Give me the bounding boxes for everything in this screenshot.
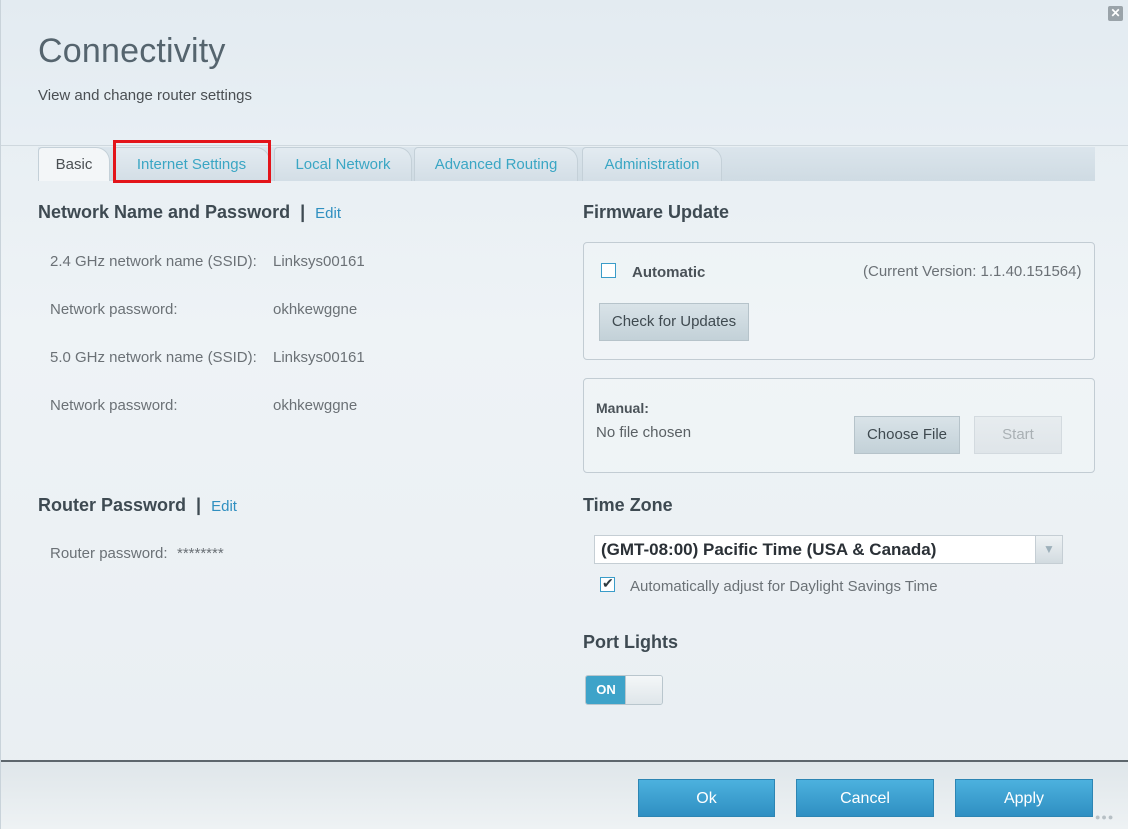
network-section-title: Network Name and Password | Edit bbox=[38, 202, 341, 223]
start-button[interactable]: Start bbox=[974, 416, 1062, 454]
router-password-label: Router password: bbox=[50, 545, 168, 562]
watermark: ●●● bbox=[1095, 812, 1115, 822]
firmware-auto-box: Automatic (Current Version: 1.1.40.15156… bbox=[583, 242, 1095, 360]
automatic-checkbox[interactable] bbox=[601, 263, 616, 278]
cancel-button[interactable]: Cancel bbox=[796, 779, 934, 817]
password-24-label: Network password: bbox=[50, 301, 178, 318]
ok-button[interactable]: Ok bbox=[638, 779, 775, 817]
tab-administration[interactable]: Administration bbox=[582, 147, 722, 181]
router-password-title-text: Router Password bbox=[38, 495, 187, 515]
automatic-label: Automatic bbox=[632, 264, 706, 281]
connectivity-window: ✕ Connectivity View and change router se… bbox=[0, 0, 1128, 829]
tab-local-network[interactable]: Local Network bbox=[274, 147, 412, 181]
firmware-section-title: Firmware Update bbox=[583, 202, 730, 222]
dst-label: Automatically adjust for Daylight Saving… bbox=[630, 578, 938, 595]
time-zone-selected: (GMT-08:00) Pacific Time (USA & Canada) bbox=[601, 540, 937, 559]
time-zone-section-title: Time Zone bbox=[583, 495, 673, 515]
firmware-manual-box: Manual: No file chosen Choose File Start bbox=[583, 378, 1095, 473]
header: ✕ Connectivity View and change router se… bbox=[1, 0, 1128, 146]
page-title: Connectivity bbox=[38, 32, 226, 70]
dst-checkbox[interactable] bbox=[600, 575, 615, 592]
manual-label: Manual: bbox=[596, 400, 649, 416]
ssid-24-value: Linksys00161 bbox=[273, 253, 365, 270]
toggle-knob[interactable] bbox=[625, 676, 662, 704]
separator: | bbox=[196, 495, 202, 515]
apply-button[interactable]: Apply bbox=[955, 779, 1093, 817]
file-status: No file chosen bbox=[596, 424, 692, 441]
ssid-50-label: 5.0 GHz network name (SSID): bbox=[50, 349, 257, 366]
network-edit-link[interactable]: Edit bbox=[315, 205, 341, 222]
close-icon[interactable]: ✕ bbox=[1108, 6, 1123, 21]
page-subtitle: View and change router settings bbox=[38, 87, 253, 104]
check-updates-button[interactable]: Check for Updates bbox=[599, 303, 749, 341]
ssid-24-label: 2.4 GHz network name (SSID): bbox=[50, 253, 257, 270]
password-24-value: okhkewggne bbox=[273, 301, 358, 318]
ssid-50-value: Linksys00161 bbox=[273, 349, 365, 366]
choose-file-button[interactable]: Choose File bbox=[854, 416, 960, 454]
tab-internet-settings[interactable]: Internet Settings bbox=[113, 147, 270, 181]
router-password-value: ******** bbox=[177, 545, 224, 562]
toggle-on-label: ON bbox=[586, 676, 626, 704]
router-password-edit-link[interactable]: Edit bbox=[211, 498, 237, 515]
chevron-down-icon[interactable]: ▼ bbox=[1035, 536, 1062, 563]
router-password-section-title: Router Password | Edit bbox=[38, 495, 237, 516]
separator: | bbox=[300, 202, 306, 222]
password-50-label: Network password: bbox=[50, 397, 178, 414]
port-lights-toggle[interactable]: ON bbox=[585, 675, 663, 705]
network-title-text: Network Name and Password bbox=[38, 202, 291, 222]
tab-advanced-routing[interactable]: Advanced Routing bbox=[414, 147, 578, 181]
tab-bar: Basic Internet Settings Local Network Ad… bbox=[38, 147, 1095, 181]
current-version: (Current Version: 1.1.40.151564) bbox=[863, 263, 1082, 280]
time-zone-select[interactable]: (GMT-08:00) Pacific Time (USA & Canada) … bbox=[594, 535, 1063, 564]
port-lights-section-title: Port Lights bbox=[583, 632, 678, 652]
tab-basic[interactable]: Basic bbox=[38, 147, 110, 181]
password-50-value: okhkewggne bbox=[273, 397, 358, 414]
